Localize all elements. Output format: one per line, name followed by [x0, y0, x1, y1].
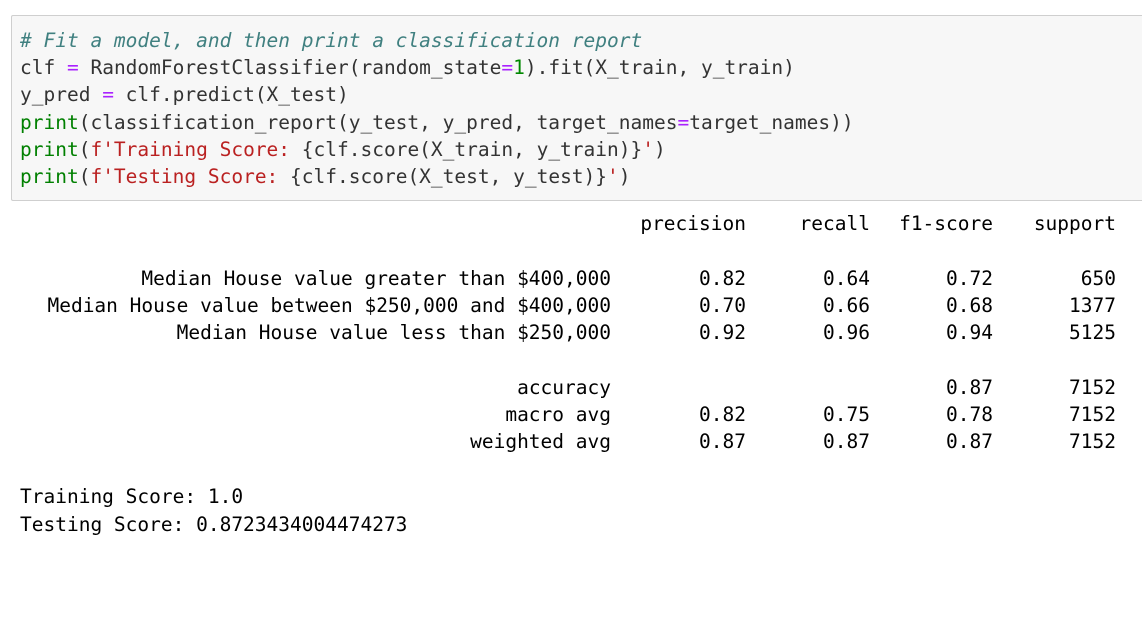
report-blank-row — [20, 237, 1140, 264]
code-token: 1 — [513, 56, 525, 80]
weighted-avg-f1-score: 0.87 — [946, 430, 993, 454]
code-token: {clf.score(X_test, y_test)} — [290, 164, 608, 188]
code-token: = — [66, 56, 79, 80]
class-recall: 0.64 — [823, 266, 870, 290]
class-f1-score: 0.72 — [946, 266, 993, 290]
class-label: Median House value less than $250,000 — [176, 321, 611, 345]
code-token: {clf.score(X_train, y_train)} — [301, 137, 643, 161]
report-macro-avg-row: macro avg 0.82 0.75 0.78 7152 — [20, 401, 1140, 428]
class-precision: 0.82 — [699, 266, 746, 290]
macro-avg-support: 7152 — [1069, 403, 1116, 427]
header-support: support — [1033, 212, 1116, 235]
code-token: y_pred — [20, 83, 103, 107]
code-token: ' — [642, 137, 654, 161]
code-token: ).fit(X_train, y_train) — [524, 56, 795, 80]
code-line: y_pred = clf.predict(X_test) — [20, 81, 854, 108]
code-token: target_names)) — [689, 110, 854, 134]
code-token: ( — [78, 137, 91, 161]
class-precision: 0.92 — [699, 321, 746, 345]
header-f1-score: f1-score — [899, 212, 993, 235]
code-token: (classification_report(y_test, y_pred, t… — [78, 110, 678, 134]
report-class-row: Median House value between $250,000 and … — [20, 292, 1140, 319]
weighted-avg-label: weighted avg — [470, 430, 611, 454]
classification-report-output: precision recall f1-score support Median… — [20, 210, 1140, 456]
class-support: 650 — [1080, 266, 1116, 290]
testing-score-output: Testing Score: 0.8723434004474273 — [20, 513, 408, 536]
training-score-output: Training Score: 1.0 — [20, 485, 244, 508]
code-token: f'Testing Score: — [90, 164, 291, 188]
accuracy-f1-score: 0.87 — [946, 375, 993, 399]
code-token: = — [501, 56, 514, 80]
weighted-avg-recall: 0.87 — [823, 430, 870, 454]
report-class-row: Median House value less than $250,000 0.… — [20, 319, 1140, 346]
code-token: = — [677, 110, 690, 134]
class-recall: 0.66 — [823, 293, 870, 317]
code-token: ) — [618, 164, 631, 188]
code-token: clf.predict(X_test) — [113, 83, 349, 107]
class-f1-score: 0.94 — [946, 321, 993, 345]
weighted-avg-support: 7152 — [1069, 430, 1116, 454]
code-token: print — [20, 110, 79, 134]
code-line: clf = RandomForestClassifier(random_stat… — [20, 54, 854, 81]
report-class-row: Median House value greater than $400,000… — [20, 265, 1140, 292]
macro-avg-label: macro avg — [505, 403, 611, 427]
accuracy-label: accuracy — [517, 375, 611, 399]
header-precision: precision — [640, 212, 746, 235]
code-token: # Fit a model, and then print a classifi… — [20, 29, 643, 52]
header-recall: recall — [799, 212, 870, 235]
report-weighted-avg-row: weighted avg 0.87 0.87 0.87 7152 — [20, 428, 1140, 455]
code-line: # Fit a model, and then print a classifi… — [20, 27, 854, 54]
class-support: 1377 — [1069, 293, 1116, 317]
accuracy-support: 7152 — [1069, 375, 1116, 399]
class-label: Median House value between $250,000 and … — [47, 293, 611, 317]
code-token: f'Training Score: — [90, 137, 302, 161]
macro-avg-precision: 0.82 — [699, 403, 746, 427]
report-header-row: precision recall f1-score support — [20, 210, 1140, 237]
code-token: ) — [654, 137, 666, 161]
class-precision: 0.70 — [699, 293, 746, 317]
class-label: Median House value greater than $400,000 — [141, 266, 611, 290]
class-f1-score: 0.68 — [946, 293, 993, 317]
code-cell-input[interactable]: # Fit a model, and then print a classifi… — [11, 15, 1142, 201]
code-line: print(f'Testing Score: {clf.score(X_test… — [20, 163, 854, 190]
code-token: clf — [20, 56, 67, 80]
code-editor[interactable]: # Fit a model, and then print a classifi… — [20, 27, 854, 190]
class-support: 5125 — [1069, 321, 1116, 345]
code-token: print — [20, 137, 79, 161]
code-line: print(classification_report(y_test, y_pr… — [20, 109, 854, 136]
code-token: ' — [607, 164, 619, 188]
code-token: ( — [78, 164, 91, 188]
code-token: RandomForestClassifier(random_state — [78, 56, 502, 80]
weighted-avg-precision: 0.87 — [699, 430, 746, 454]
code-token: print — [20, 164, 79, 188]
code-token: = — [102, 83, 114, 107]
macro-avg-recall: 0.75 — [823, 403, 870, 427]
class-recall: 0.96 — [823, 321, 870, 345]
macro-avg-f1-score: 0.78 — [946, 403, 993, 427]
report-accuracy-row: accuracy 0.87 7152 — [20, 374, 1140, 401]
code-line: print(f'Training Score: {clf.score(X_tra… — [20, 136, 854, 163]
report-blank-row — [20, 346, 1140, 373]
